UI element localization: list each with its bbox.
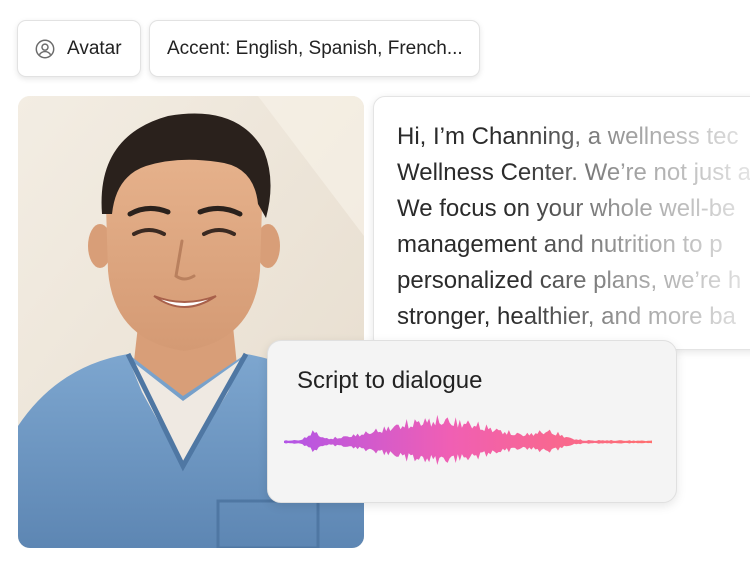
user-circle-icon bbox=[34, 38, 56, 60]
accent-chip[interactable]: Accent: English, Spanish, French... bbox=[149, 20, 480, 77]
avatar-chip[interactable]: Avatar bbox=[17, 20, 141, 77]
accent-chip-label: Accent: English, Spanish, French... bbox=[167, 37, 463, 59]
script-card: Hi, I’m Channing, a wellness tec Wellnes… bbox=[373, 96, 750, 350]
waveform-shape bbox=[284, 414, 652, 465]
audio-waveform bbox=[284, 414, 652, 465]
dialogue-title: Script to dialogue bbox=[297, 367, 483, 394]
script-text: Hi, I’m Channing, a wellness tec Wellnes… bbox=[397, 123, 750, 330]
avatar-chip-label: Avatar bbox=[67, 37, 122, 59]
script-to-dialogue-card[interactable]: Script to dialogue bbox=[267, 340, 677, 503]
